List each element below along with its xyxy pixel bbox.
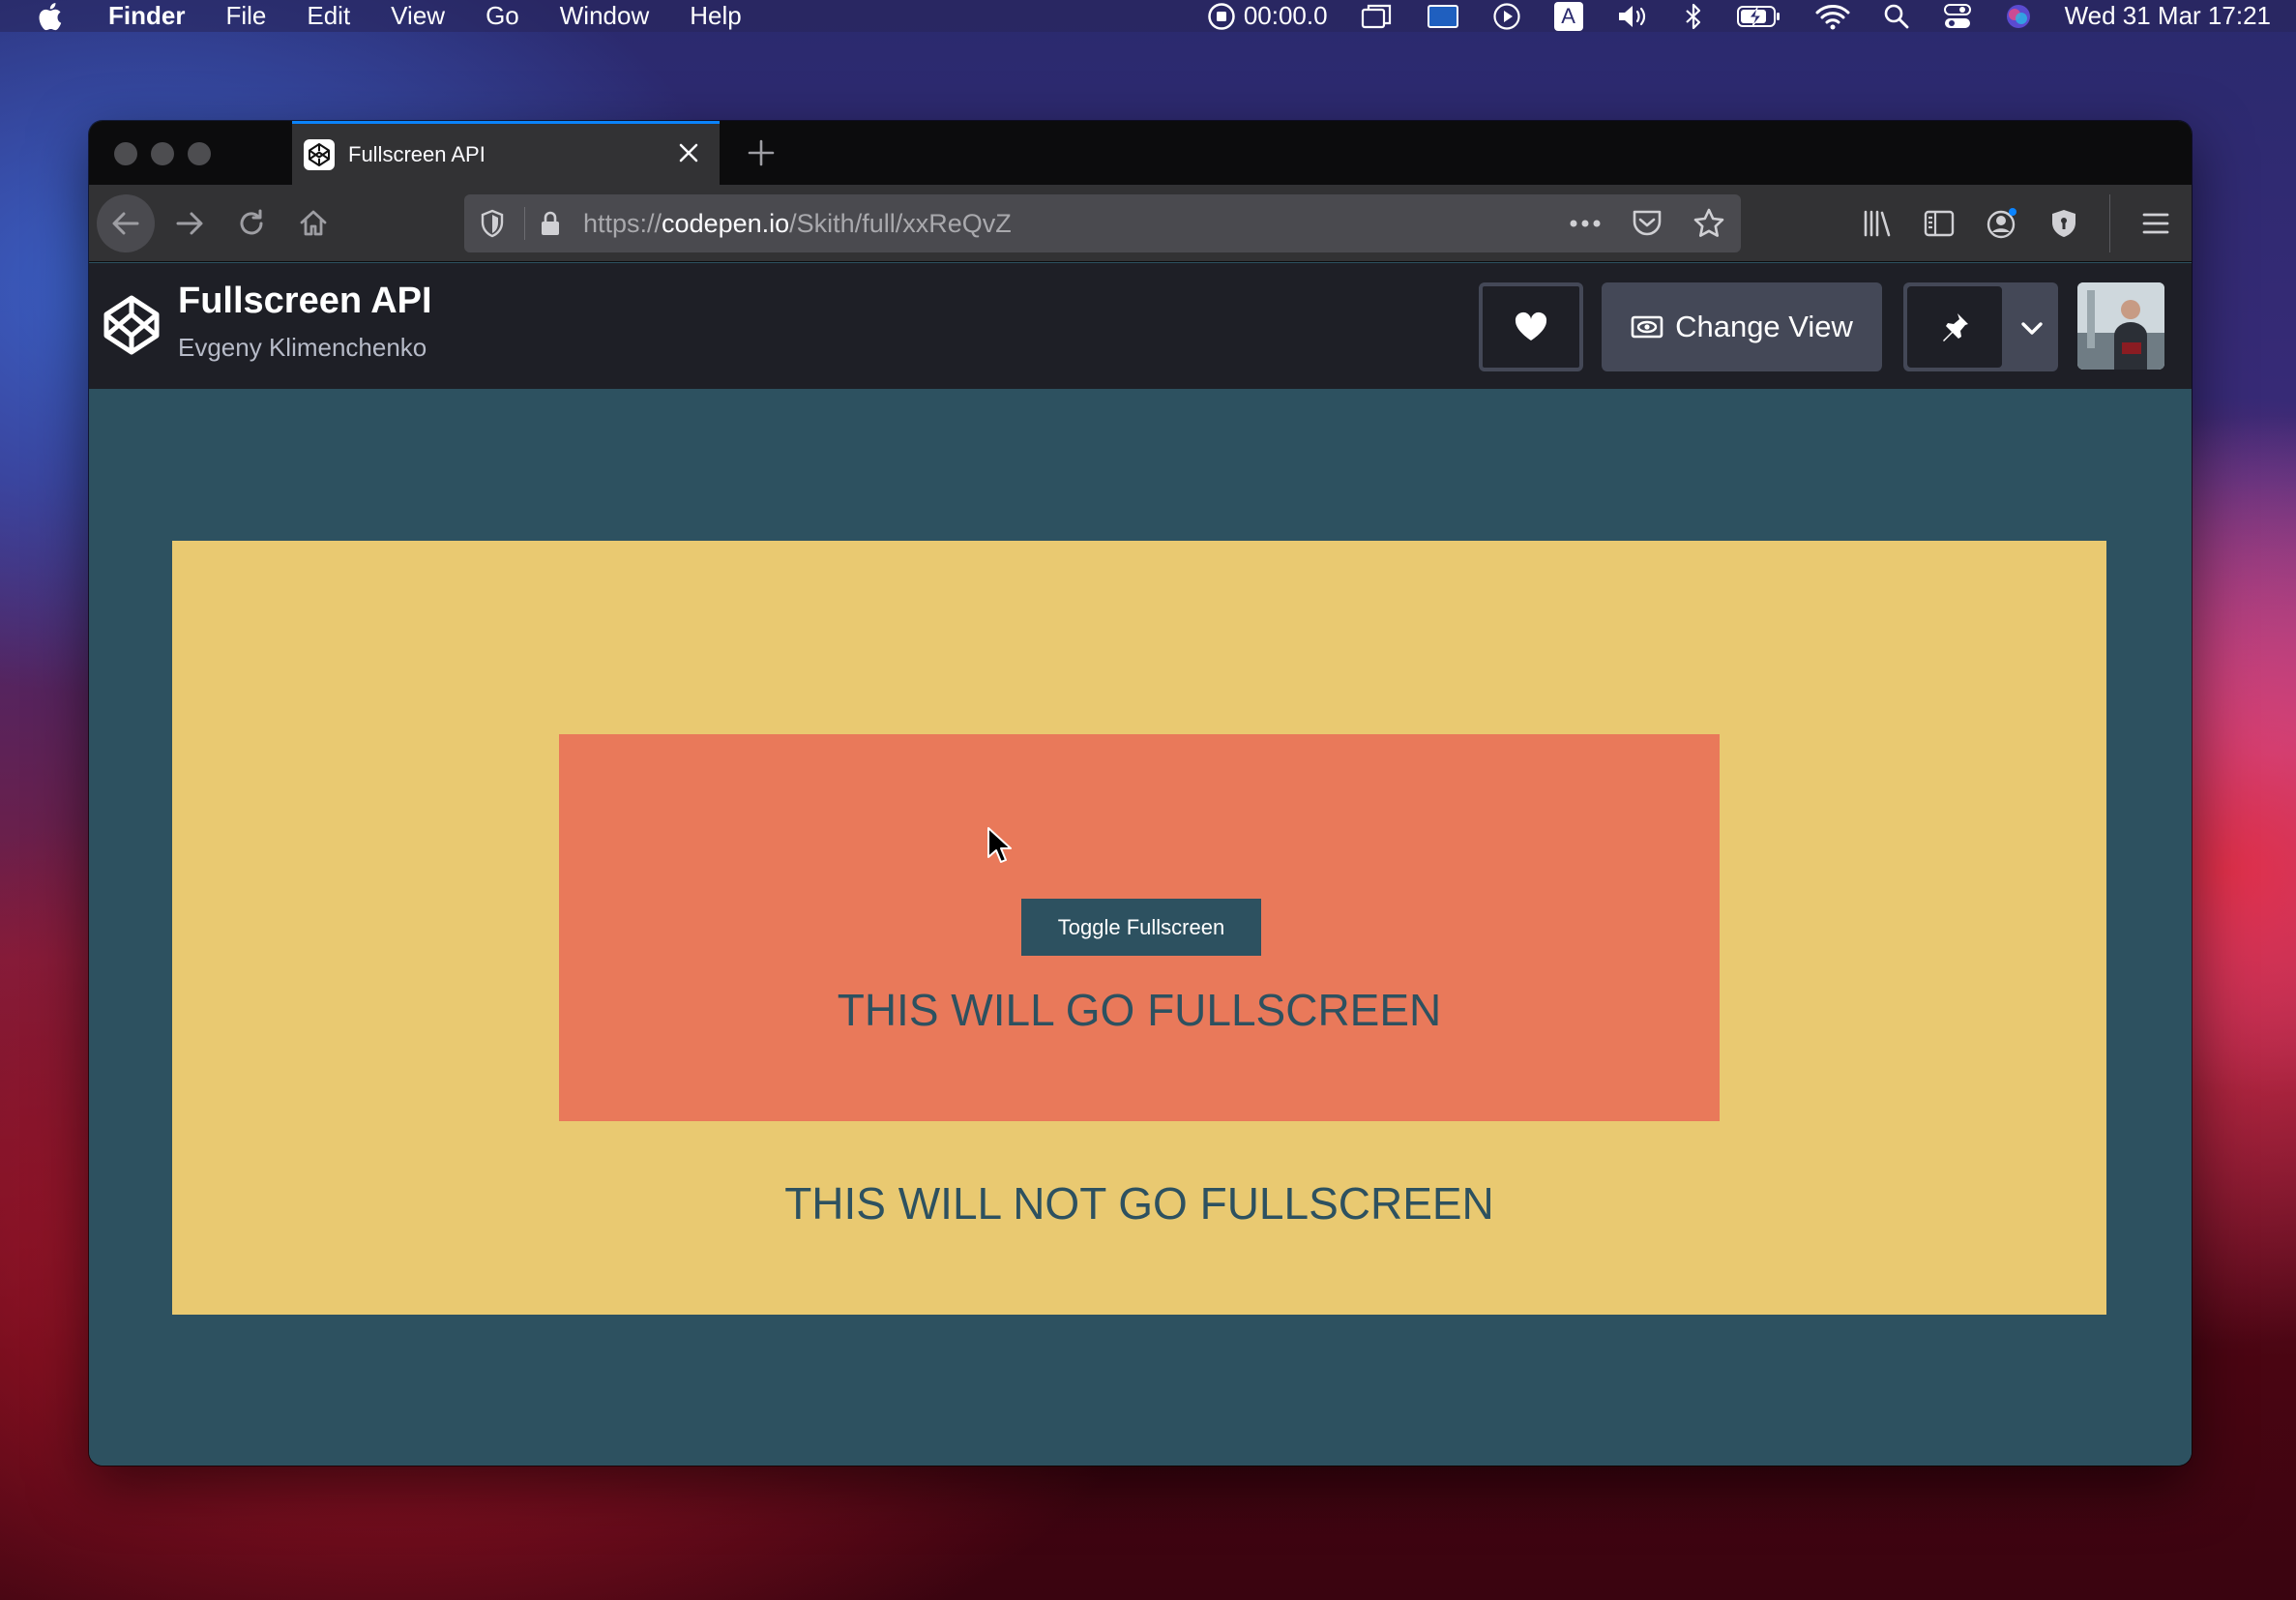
non-fullscreen-container: Toggle Fullscreen THIS WILL GO FULLSCREE… bbox=[172, 541, 2106, 1315]
window-controls bbox=[114, 142, 211, 165]
back-arrow-icon bbox=[112, 212, 139, 235]
like-button[interactable] bbox=[1479, 282, 1583, 371]
pen-title: Fullscreen API bbox=[178, 281, 432, 321]
url-path: /Skith/full/xxReQvZ bbox=[789, 208, 1012, 238]
menu-view[interactable]: View bbox=[391, 0, 445, 32]
siri-icon[interactable] bbox=[2005, 0, 2032, 32]
bookmark-star-icon[interactable] bbox=[1693, 207, 1725, 240]
close-tab-icon[interactable] bbox=[675, 139, 702, 166]
pen-author-link[interactable]: Evgeny Klimenchenko bbox=[178, 333, 427, 363]
reload-icon bbox=[240, 209, 263, 235]
wifi-icon[interactable] bbox=[1815, 0, 1850, 32]
library-icon[interactable] bbox=[1862, 208, 1893, 239]
address-bar[interactable]: https://codepen.io/Skith/full/xxReQvZ bbox=[464, 194, 1741, 252]
macos-menu-bar: Finder File Edit View Go Window Help 00:… bbox=[0, 0, 2296, 32]
forward-button[interactable] bbox=[161, 194, 219, 252]
tab-title: Fullscreen API bbox=[348, 141, 486, 166]
screen-recording-status[interactable]: 00:00.0 bbox=[1207, 0, 1328, 32]
home-icon bbox=[300, 210, 327, 236]
apple-menu-icon[interactable] bbox=[37, 2, 70, 31]
input-source-icon[interactable]: A bbox=[1553, 0, 1583, 32]
menu-file[interactable]: File bbox=[225, 0, 266, 32]
forward-arrow-icon bbox=[176, 212, 203, 235]
pin-button[interactable] bbox=[1907, 286, 2002, 368]
hamburger-menu-icon[interactable] bbox=[2141, 211, 2170, 236]
chevron-down-icon[interactable] bbox=[2016, 311, 2048, 344]
mission-control-icon[interactable] bbox=[1361, 0, 1394, 32]
record-stop-icon bbox=[1208, 2, 1235, 30]
spotlight-search-icon[interactable] bbox=[1883, 0, 1910, 32]
tab-bar: Fullscreen API bbox=[89, 121, 2192, 185]
eye-view-icon bbox=[1631, 315, 1663, 339]
minimize-window-button[interactable] bbox=[151, 142, 174, 165]
pocket-icon[interactable] bbox=[1631, 208, 1663, 239]
mouse-cursor-icon bbox=[987, 827, 1012, 863]
extension-shield-icon[interactable] bbox=[2049, 208, 2078, 239]
menu-edit[interactable]: Edit bbox=[307, 0, 350, 32]
pushpin-icon bbox=[1943, 313, 1968, 341]
menu-app-name[interactable]: Finder bbox=[108, 0, 185, 32]
bluetooth-icon[interactable] bbox=[1684, 0, 1703, 32]
url-actions bbox=[1569, 206, 1725, 241]
menu-window[interactable]: Window bbox=[560, 0, 649, 32]
back-button[interactable] bbox=[97, 194, 155, 252]
firefox-window: Fullscreen API https://codepen.io/Skith/… bbox=[89, 121, 2192, 1466]
codepen-logo-icon[interactable] bbox=[101, 294, 162, 356]
codepen-header: Fullscreen API Evgeny Klimenchenko Chang… bbox=[89, 263, 2192, 389]
toolbar-right-icons bbox=[1862, 194, 2170, 252]
navigation-toolbar: https://codepen.io/Skith/full/xxReQvZ bbox=[89, 185, 2192, 262]
display-mirroring-icon[interactable] bbox=[1427, 0, 1459, 32]
account-icon[interactable] bbox=[1986, 207, 2018, 240]
zoom-window-button[interactable] bbox=[188, 142, 211, 165]
non-fullscreen-text: THIS WILL NOT GO FULLSCREEN bbox=[784, 1178, 1494, 1229]
input-source-label: A bbox=[1553, 1, 1583, 31]
play-icon[interactable] bbox=[1492, 0, 1521, 32]
heart-icon bbox=[1515, 311, 1547, 341]
menubar-status-area: 00:00.0 A Wed 31 Mar 17:21 bbox=[1174, 0, 2271, 32]
url-host: codepen.io bbox=[662, 208, 790, 238]
tracking-protection-shield-icon[interactable] bbox=[480, 209, 509, 238]
url-separator bbox=[524, 207, 525, 240]
recording-time: 00:00.0 bbox=[1243, 1, 1328, 30]
menubar-clock[interactable]: Wed 31 Mar 17:21 bbox=[2065, 1, 2271, 31]
pin-button-group bbox=[1903, 282, 2058, 371]
padlock-icon[interactable] bbox=[539, 209, 566, 238]
fullscreen-target-box: Toggle Fullscreen THIS WILL GO FULLSCREE… bbox=[559, 734, 1720, 1121]
new-tab-icon[interactable] bbox=[745, 136, 778, 169]
pen-result-area: Toggle Fullscreen THIS WILL GO FULLSCREE… bbox=[89, 389, 2192, 1466]
home-button[interactable] bbox=[284, 194, 342, 252]
reload-button[interactable] bbox=[222, 194, 280, 252]
volume-icon[interactable] bbox=[1616, 0, 1651, 32]
user-avatar[interactable] bbox=[2077, 282, 2164, 370]
sidebar-toggle-icon[interactable] bbox=[1924, 209, 1955, 238]
toolbar-separator bbox=[2109, 194, 2110, 252]
change-view-label: Change View bbox=[1675, 310, 1853, 343]
toggle-fullscreen-button[interactable]: Toggle Fullscreen bbox=[1021, 899, 1261, 956]
menu-help[interactable]: Help bbox=[690, 0, 741, 32]
change-view-button[interactable]: Change View bbox=[1602, 282, 1882, 371]
url-scheme: https:// bbox=[583, 208, 662, 238]
url-text: https://codepen.io/Skith/full/xxReQvZ bbox=[583, 209, 1012, 239]
tab-fullscreen-api[interactable]: Fullscreen API bbox=[292, 121, 720, 185]
close-window-button[interactable] bbox=[114, 142, 137, 165]
battery-icon[interactable] bbox=[1736, 0, 1782, 32]
control-center-icon[interactable] bbox=[1943, 0, 1972, 32]
page-actions-more-icon[interactable] bbox=[1569, 219, 1602, 228]
menu-go[interactable]: Go bbox=[486, 0, 519, 32]
codepen-favicon-icon bbox=[304, 138, 335, 170]
fullscreen-text: THIS WILL GO FULLSCREEN bbox=[837, 985, 1442, 1035]
